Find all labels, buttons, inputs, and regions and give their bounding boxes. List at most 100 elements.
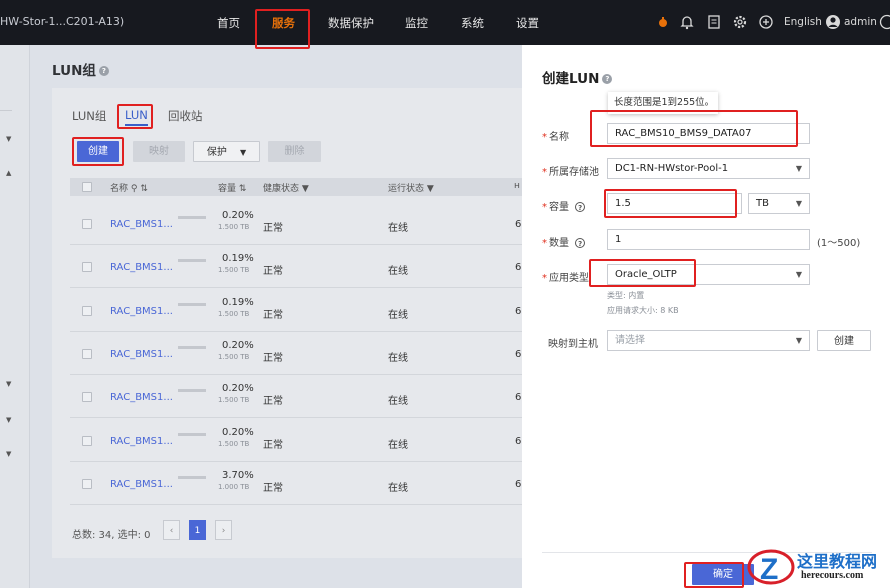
map-host-label: 映射到主机 (548, 339, 598, 350)
capacity-total: 1.500 TB (218, 353, 250, 361)
bell-icon[interactable] (679, 14, 695, 30)
lun-name-link[interactable]: RAC_BMS1... (110, 306, 173, 317)
lun-name-link[interactable]: RAC_BMS1... (110, 392, 173, 403)
apptype-value: Oracle_OLTP (615, 269, 677, 280)
column-running-label: 运行状态 (388, 184, 425, 194)
help-icon[interactable]: ? (602, 74, 613, 84)
row-checkbox[interactable] (82, 262, 92, 272)
select-all-checkbox[interactable] (82, 182, 92, 192)
row-checkbox[interactable] (82, 392, 92, 402)
chevron-down-icon[interactable]: ▼ (6, 416, 11, 424)
delete-button[interactable]: 删除 (268, 141, 321, 162)
lun-name-link[interactable]: RAC_BMS1... (110, 219, 173, 230)
tab-recycle-bin[interactable]: 回收站 (168, 108, 203, 124)
document-icon[interactable] (706, 14, 722, 30)
capacity-usage-bar (178, 476, 206, 479)
apptype-hint-size: 应用请求大小: 8 KB (607, 306, 679, 315)
filter-icon[interactable]: ▼ (302, 184, 309, 194)
application-type-select[interactable]: Oracle_OLTP ▼ (607, 264, 810, 285)
watermark-title: 这里教程网 (797, 552, 878, 571)
capacity-unit-select[interactable]: TB ▼ (748, 193, 810, 214)
chevron-down-icon[interactable]: ▼ (6, 450, 11, 458)
search-icon[interactable]: ⚲ (131, 184, 138, 194)
sort-icon[interactable]: ⇅ (140, 184, 148, 194)
map-host-select[interactable]: 请选择 ▼ (607, 330, 810, 351)
svg-text:Z: Z (760, 553, 778, 586)
name-input[interactable]: RAC_BMS10_BMS9_DATA07 (607, 123, 810, 144)
capacity-usage: 0.20% (222, 340, 254, 351)
column-health[interactable]: 健康状态 ▼ (263, 181, 309, 194)
help-icon[interactable]: ? (575, 202, 586, 212)
chevron-down-icon[interactable]: ▼ (6, 380, 11, 388)
nav-settings[interactable]: 设置 (516, 15, 539, 31)
nav-system[interactable]: 系统 (461, 15, 484, 31)
nav-monitor[interactable]: 监控 (405, 15, 428, 31)
row-checkbox[interactable] (82, 436, 92, 446)
help-icon[interactable]: ? (575, 238, 586, 248)
next-page-button[interactable]: › (215, 520, 232, 540)
lun-name-link[interactable]: RAC_BMS1... (110, 436, 173, 447)
row-checkbox[interactable] (82, 306, 92, 316)
task-icon[interactable] (655, 14, 671, 30)
chevron-down-icon: ▼ (240, 148, 247, 157)
capacity-total: 1.500 TB (218, 310, 250, 318)
help-icon[interactable] (879, 14, 890, 30)
health-status: 正常 (263, 310, 283, 321)
apptype-label: * 应用类型 (542, 273, 589, 284)
sort-icon[interactable]: ⇅ (239, 184, 247, 194)
count-input[interactable]: 1 (607, 229, 810, 250)
watermark-url: herecours.com (801, 570, 864, 581)
tab-lun[interactable]: LUN (125, 108, 148, 126)
row-checkbox[interactable] (82, 349, 92, 359)
running-status: 在线 (388, 266, 408, 277)
user-name[interactable]: admin (844, 16, 877, 28)
chevron-down-icon: ▼ (795, 270, 802, 279)
column-name-label: 名称 (110, 184, 129, 194)
count-label: * 数量 ? (542, 234, 586, 249)
column-running[interactable]: 运行状态 ▼ (388, 181, 434, 194)
device-title[interactable]: HW-Stor-1...C201-A13) (0, 15, 124, 28)
drawer-title-text: 创建LUN (542, 71, 600, 87)
divider (0, 110, 12, 111)
create-host-button[interactable]: 创建 (817, 330, 871, 351)
nav-services[interactable]: 服务 (272, 15, 295, 31)
prev-page-button[interactable]: ‹ (163, 520, 180, 540)
tab-lun-group[interactable]: LUN组 (72, 108, 106, 124)
unit-value: TB (756, 198, 769, 209)
running-status: 在线 (388, 353, 408, 364)
running-status: 在线 (388, 440, 408, 451)
page-number-button[interactable]: 1 (189, 520, 206, 540)
column-capacity[interactable]: 容量 ⇅ (218, 181, 246, 194)
top-bar: HW-Stor-1...C201-A13) 首页 服务 数据保护 监控 系统 设… (0, 0, 890, 45)
lun-name-link[interactable]: RAC_BMS1... (110, 262, 173, 273)
capacity-input[interactable]: 1.5 (607, 193, 742, 214)
help-icon[interactable]: ? (98, 66, 109, 76)
map-button[interactable]: 映射 (133, 141, 185, 162)
row-checkbox[interactable] (82, 479, 92, 489)
capacity-usage-bar (178, 216, 206, 219)
gear-icon[interactable] (732, 14, 748, 30)
chevron-down-icon[interactable]: ▼ (6, 135, 11, 143)
chevron-down-icon: ▼ (795, 199, 802, 208)
pool-value: DC1-RN-HWstor-Pool-1 (615, 163, 729, 174)
extra-column-value: 6 (515, 262, 522, 273)
filter-icon[interactable]: ▼ (427, 184, 434, 194)
count-range: (1～500) (817, 238, 861, 249)
language-switch[interactable]: English (784, 16, 822, 28)
page-title: LUN组? (52, 59, 109, 79)
row-checkbox[interactable] (82, 219, 92, 229)
capacity-usage: 0.19% (222, 253, 254, 264)
chevron-up-icon[interactable]: ▲ (6, 169, 11, 177)
create-button[interactable]: 创建 (77, 141, 119, 162)
nav-home[interactable]: 首页 (217, 15, 240, 31)
protect-dropdown[interactable]: 保护 ▼ (193, 141, 260, 162)
user-avatar-icon[interactable] (825, 14, 841, 30)
column-name[interactable]: 名称 ⚲ ⇅ (110, 181, 148, 194)
capacity-usage: 3.70% (222, 470, 254, 481)
capacity-label: * 容量 ? (542, 198, 586, 213)
lun-name-link[interactable]: RAC_BMS1... (110, 479, 173, 490)
add-circle-icon[interactable] (758, 14, 774, 30)
lun-name-link[interactable]: RAC_BMS1... (110, 349, 173, 360)
nav-data-protection[interactable]: 数据保护 (328, 15, 374, 31)
storage-pool-select[interactable]: DC1-RN-HWstor-Pool-1 ▼ (607, 158, 810, 179)
